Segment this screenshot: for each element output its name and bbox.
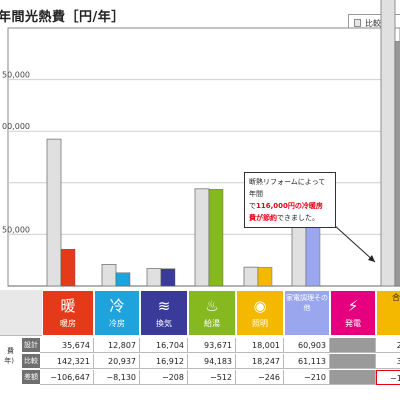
category-label: 発電	[345, 319, 361, 328]
table-cell-diff: −208	[140, 370, 188, 385]
column-header-3: ♨ 給湯	[188, 290, 236, 336]
table-cell-comparison: 16,912	[140, 354, 188, 369]
bar-comparison	[46, 138, 62, 287]
table-header-corner	[0, 290, 42, 336]
category-icon: ≋	[157, 297, 171, 315]
table-cell-diff: −115	[376, 370, 400, 385]
callout-line-3a: 費が節約	[249, 214, 277, 222]
callout-line-2a: で	[249, 202, 256, 210]
column-header-1: 冷冷房	[94, 290, 140, 336]
table-cell-design: 35,674	[40, 338, 94, 353]
table-cell-comparison: 94,183	[188, 354, 236, 369]
column-header-6: ⚡ 発電	[330, 290, 376, 336]
bar-design	[60, 248, 76, 287]
category-label: 暖房	[60, 319, 76, 328]
bar-design	[115, 272, 131, 287]
bar-design	[257, 267, 273, 287]
side-note: 費年)	[4, 347, 14, 365]
category-label: 家電調理その他	[286, 294, 328, 312]
category-icon: 冷	[109, 297, 125, 315]
savings-callout: 断熱リフォームによって年間 で116,000円の冷暖房 費が節約できました。	[244, 172, 336, 228]
row-label-diff: 差額	[22, 370, 40, 385]
callout-line-2b: 116,000円の冷暖房	[256, 202, 323, 210]
table-cell-diff: −246	[236, 370, 284, 385]
bar-comparison	[291, 222, 307, 287]
category-label: 合	[392, 293, 400, 302]
chart-frame: 年間光熱費［円/年］ 比較プ 50,000 00,000 50,000 断熱リフォー…	[0, 0, 400, 400]
plot-area: 50,000 00,000 50,000	[2, 0, 400, 287]
table-cell-design: 237	[376, 338, 400, 353]
y-tick-label: 00,000	[2, 122, 30, 131]
table-cell-comparison: 20,937	[94, 354, 140, 369]
table-cell-diff: −210	[284, 370, 330, 385]
bar-comparison	[146, 268, 162, 287]
table-cell-comparison: 61,113	[284, 354, 330, 369]
table-cell-comparison	[330, 354, 376, 369]
row-label-comparison: 比較	[22, 354, 40, 369]
table-cell-design: 12,807	[94, 338, 140, 353]
bar-design	[160, 268, 176, 287]
table-cell-design: 60,903	[284, 338, 330, 353]
table-cell-design: 16,704	[140, 338, 188, 353]
table-cell-design: 93,671	[188, 338, 236, 353]
bar-design	[208, 189, 224, 287]
callout-line-3b: できました。	[277, 214, 319, 222]
table-cell-design: 18,001	[236, 338, 284, 353]
y-tick-label: 50,000	[2, 71, 30, 80]
category-label: 照明	[252, 319, 268, 328]
table-cell-diff: −106,647	[40, 370, 94, 385]
category-icon: ⚡	[347, 297, 359, 315]
column-header-0: 暖暖房	[42, 290, 94, 336]
bar-comparison	[101, 263, 117, 287]
table-cell-design	[330, 338, 376, 353]
table-cell-comparison: 18,247	[236, 354, 284, 369]
column-header-7: 合	[376, 290, 400, 336]
callout-line-1: 断熱リフォームによって年間	[249, 178, 326, 198]
category-icon: ♨	[205, 297, 219, 315]
table-cell-comparison: 142,321	[40, 354, 94, 369]
category-icon: ◉	[253, 297, 267, 315]
table-cell-diff	[330, 370, 376, 385]
bar-design	[305, 222, 321, 287]
y-tick-label: 50,000	[2, 225, 30, 234]
category-label: 給湯	[204, 319, 220, 328]
category-label: 換気	[156, 319, 172, 328]
bar-comparison	[194, 188, 210, 287]
category-label: 冷房	[109, 319, 125, 328]
category-icon: 暖	[60, 297, 76, 315]
bar-comparison	[380, 0, 396, 287]
column-header-4: ◉ 照明	[236, 290, 284, 336]
cost-table: 費年) 暖暖房冷冷房 ≋ 換気 ♨ 給湯 ◉ 照明 家電調理その他 ⚡ 発電合設計 35,674 12…	[0, 290, 400, 400]
table-cell-comparison: 353	[376, 354, 400, 369]
bar-design	[394, 41, 400, 287]
column-header-5: 家電調理その他	[284, 290, 330, 336]
table-cell-diff: −8,130	[94, 370, 140, 385]
row-label-design: 設計	[22, 338, 40, 353]
bar-comparison	[243, 266, 259, 287]
column-header-2: ≋ 換気	[140, 290, 188, 336]
table-cell-diff: −512	[188, 370, 236, 385]
